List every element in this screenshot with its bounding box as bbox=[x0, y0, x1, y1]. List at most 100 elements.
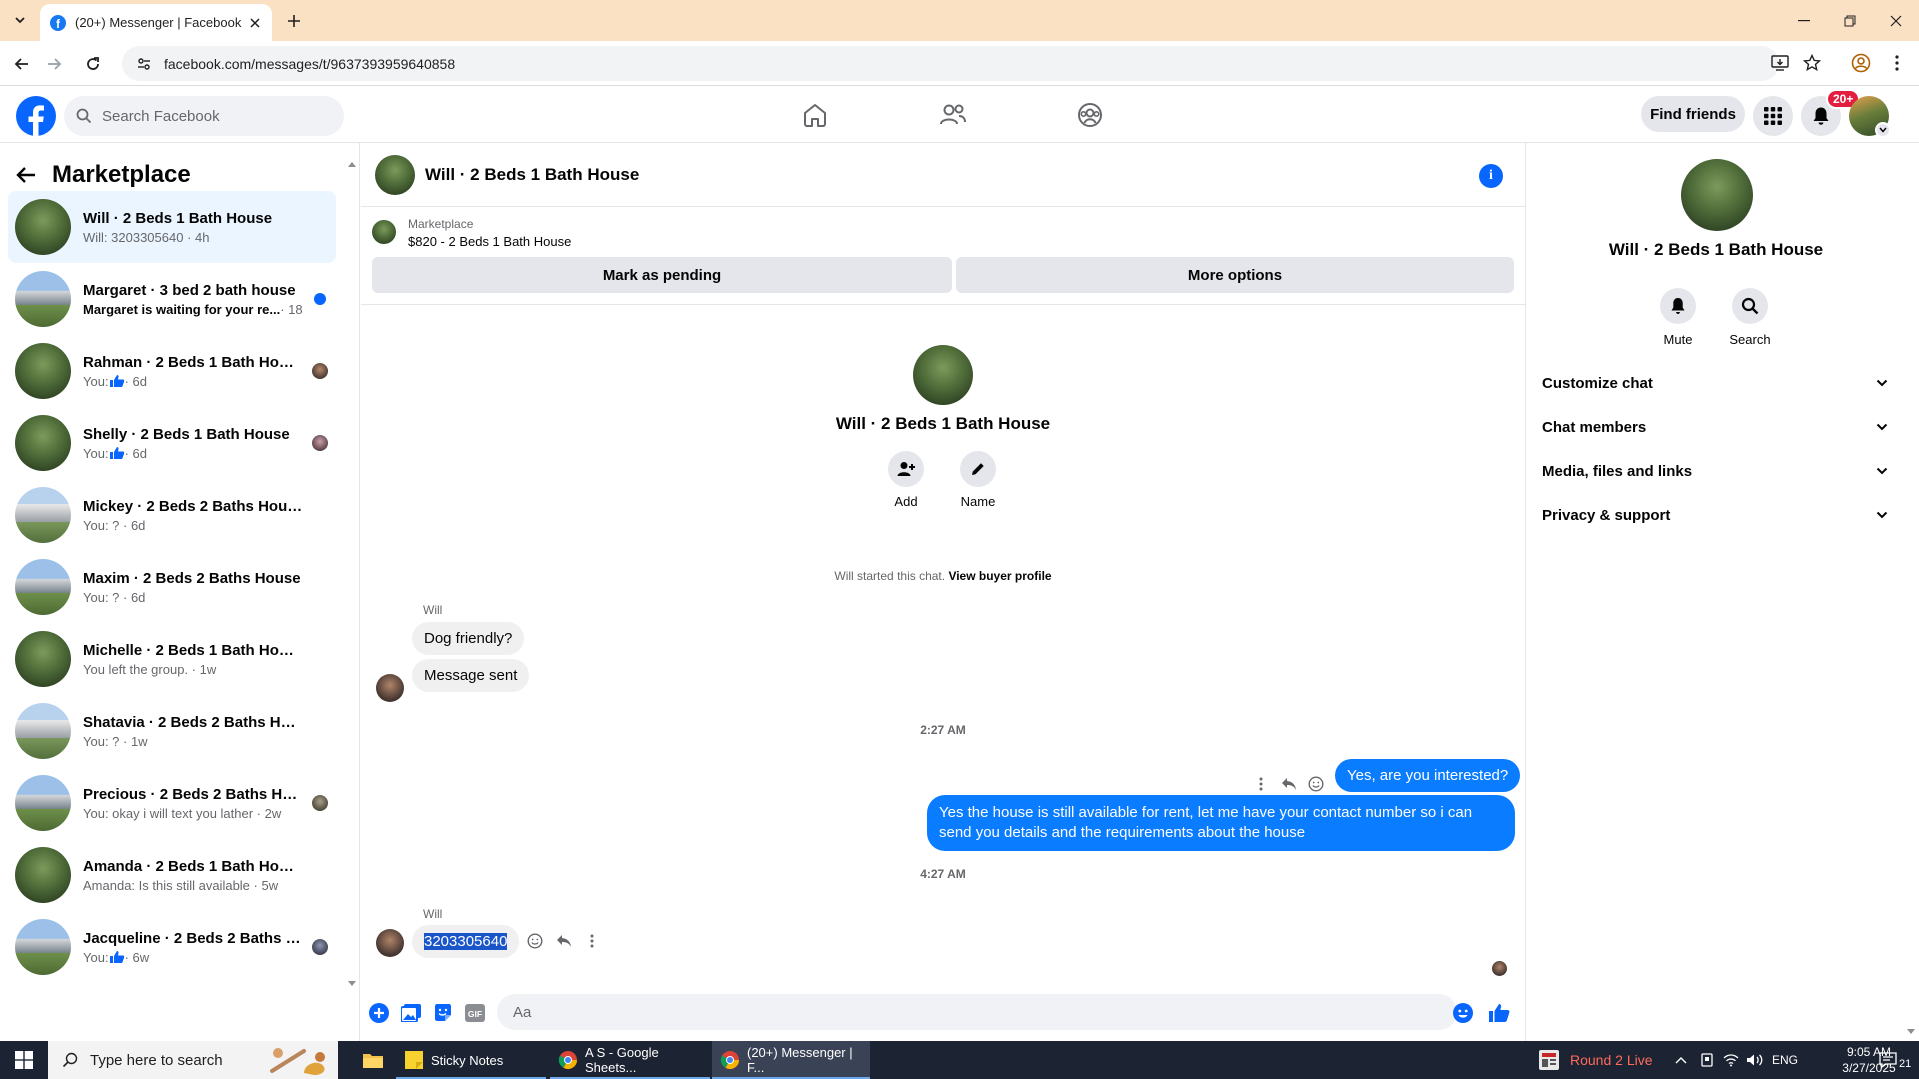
browser-menu-icon[interactable] bbox=[1885, 51, 1909, 75]
add-person-icon[interactable] bbox=[888, 451, 924, 487]
mark-as-pending-button[interactable]: Mark as pending bbox=[372, 257, 952, 293]
conversation-item-margaret[interactable]: Margaret · 3 bed 2 bath house Margaret i… bbox=[8, 263, 336, 335]
customize-chat-section[interactable]: Customize chat bbox=[1542, 367, 1888, 399]
tab-close-icon[interactable] bbox=[246, 14, 264, 32]
menu-grid-icon[interactable] bbox=[1753, 96, 1793, 136]
react-emoji-icon[interactable] bbox=[524, 930, 546, 952]
view-buyer-profile-link[interactable]: View buyer profile bbox=[948, 569, 1051, 583]
volume-icon[interactable] bbox=[1746, 1041, 1764, 1079]
profile-icon[interactable] bbox=[1849, 51, 1873, 75]
mute-action[interactable]: Mute bbox=[1648, 288, 1708, 347]
media-files-links-section[interactable]: Media, files and links bbox=[1542, 455, 1888, 487]
more-options-button[interactable]: More options bbox=[956, 257, 1514, 293]
reload-icon[interactable] bbox=[80, 51, 106, 77]
conversation-preview-prefix: You: bbox=[83, 949, 109, 965]
browser-tab-messenger[interactable]: f (20+) Messenger | Facebook bbox=[40, 4, 272, 41]
minimize-icon[interactable] bbox=[1781, 0, 1827, 41]
incoming-message[interactable]: Dog friendly? bbox=[412, 622, 525, 655]
message-more-icon[interactable] bbox=[581, 930, 603, 952]
meet-now-icon[interactable] bbox=[1700, 1041, 1716, 1079]
selected-phone-number[interactable]: 3203305640 bbox=[424, 933, 508, 950]
privacy-support-section[interactable]: Privacy & support bbox=[1542, 499, 1888, 531]
groups-icon[interactable] bbox=[1060, 94, 1120, 136]
conversation-item-shatavia[interactable]: Shatavia · 2 Beds 2 Baths House You: ? ·… bbox=[8, 695, 336, 767]
gif-icon[interactable]: GIF bbox=[463, 1001, 487, 1025]
window-close-icon[interactable] bbox=[1873, 0, 1919, 41]
more-actions-plus-icon[interactable] bbox=[367, 1001, 391, 1025]
facebook-search-input[interactable] bbox=[100, 106, 320, 126]
conversation-preview: Will: 3203305640 · 4h bbox=[83, 229, 210, 245]
account-avatar[interactable] bbox=[1849, 96, 1891, 138]
address-bar[interactable]: facebook.com/messages/t/9637393959640858 bbox=[122, 46, 1779, 81]
wifi-icon[interactable] bbox=[1723, 1041, 1739, 1079]
emoji-icon[interactable] bbox=[1451, 1001, 1475, 1025]
find-friends-button[interactable]: Find friends bbox=[1641, 96, 1745, 132]
react-emoji-icon[interactable] bbox=[1305, 773, 1327, 795]
conversation-item-precious[interactable]: Precious · 2 Beds 2 Baths House You: oka… bbox=[8, 767, 336, 839]
forward-arrow-icon[interactable] bbox=[41, 51, 67, 77]
taskbar-app-google-sheets[interactable]: A S - Google Sheets... bbox=[550, 1041, 710, 1079]
friends-icon[interactable] bbox=[923, 94, 983, 136]
back-arrow-icon[interactable] bbox=[16, 166, 36, 184]
bell-icon[interactable] bbox=[1660, 288, 1696, 324]
notification-center-icon[interactable]: 21 bbox=[1879, 1041, 1911, 1079]
conversation-item-maxim[interactable]: Maxim · 2 Beds 2 Baths House You: ? · 6d bbox=[8, 551, 336, 623]
search-conversation-action[interactable]: Search bbox=[1720, 288, 1780, 347]
reply-icon[interactable] bbox=[1278, 773, 1300, 795]
outgoing-message[interactable]: Yes the house is still available for ren… bbox=[927, 795, 1515, 851]
conversation-item-mickey[interactable]: Mickey · 2 Beds 2 Baths House You: ? · 6… bbox=[8, 479, 336, 551]
section-label: Customize chat bbox=[1542, 374, 1653, 392]
add-people-action[interactable]: Add bbox=[871, 451, 941, 509]
pencil-icon[interactable] bbox=[960, 451, 996, 487]
back-arrow-icon[interactable] bbox=[9, 51, 35, 77]
language-indicator[interactable]: ENG bbox=[1772, 1041, 1798, 1079]
news-widget[interactable]: Round 2 Live bbox=[1538, 1041, 1653, 1079]
name-chat-action[interactable]: Name bbox=[943, 451, 1013, 509]
file-explorer-icon[interactable] bbox=[350, 1041, 396, 1079]
send-like-icon[interactable] bbox=[1487, 1001, 1511, 1025]
details-avatar[interactable] bbox=[1681, 159, 1753, 231]
show-hidden-icons-icon[interactable] bbox=[1675, 1041, 1687, 1079]
install-app-icon[interactable] bbox=[1768, 51, 1792, 75]
incoming-message-phone[interactable]: 3203305640 bbox=[412, 925, 520, 958]
taskbar-app-sticky-notes[interactable]: Sticky Notes bbox=[396, 1041, 546, 1079]
conversation-item-jacqueline[interactable]: Jacqueline · 2 Beds 2 Baths H... You: · … bbox=[8, 911, 336, 983]
conversation-item-michelle[interactable]: Michelle · 2 Beds 1 Bath House You left … bbox=[8, 623, 336, 695]
taskbar-search-box[interactable]: Type here to search bbox=[48, 1041, 338, 1079]
conversation-item-rahman[interactable]: Rahman · 2 Beds 1 Bath House You: · 6d bbox=[8, 335, 336, 407]
facebook-search-bar[interactable] bbox=[64, 96, 344, 136]
facebook-logo-icon[interactable] bbox=[16, 96, 56, 136]
conversation-item-shelly[interactable]: Shelly · 2 Beds 1 Bath House You: · 6d bbox=[8, 407, 336, 479]
photo-icon[interactable] bbox=[399, 1001, 423, 1025]
chat-members-section[interactable]: Chat members bbox=[1542, 411, 1888, 443]
message-input-box[interactable] bbox=[497, 994, 1457, 1030]
sticker-icon[interactable] bbox=[431, 1001, 455, 1025]
chat-header-avatar[interactable] bbox=[375, 154, 415, 195]
bookmark-star-icon[interactable] bbox=[1800, 51, 1824, 75]
home-icon[interactable] bbox=[785, 94, 845, 136]
sender-avatar[interactable] bbox=[376, 674, 404, 702]
chat-title[interactable]: Will · 2 Beds 1 Bath House bbox=[425, 165, 639, 185]
windows-start-icon[interactable] bbox=[0, 1041, 48, 1079]
search-icon[interactable] bbox=[1732, 288, 1768, 324]
message-more-icon[interactable] bbox=[1250, 773, 1272, 795]
listing-title[interactable]: $820 - 2 Beds 1 Bath House bbox=[408, 234, 571, 249]
chevron-down-icon bbox=[1876, 423, 1888, 431]
tab-search-icon[interactable] bbox=[8, 8, 32, 32]
site-info-icon[interactable] bbox=[136, 56, 152, 72]
new-tab-icon[interactable] bbox=[282, 9, 306, 33]
conversation-item-amanda[interactable]: Amanda · 2 Beds 1 Bath House Amanda: Is … bbox=[8, 839, 336, 911]
conversation-item-will[interactable]: Will · 2 Beds 1 Bath House Will: 3203305… bbox=[8, 191, 336, 263]
page-scrollbar[interactable] bbox=[1905, 143, 1917, 1041]
taskbar-app-messenger[interactable]: (20+) Messenger | F... bbox=[712, 1041, 870, 1079]
conversation-list-scrollbar[interactable] bbox=[347, 159, 357, 989]
listing-thumbnail[interactable] bbox=[372, 220, 396, 244]
url-text[interactable]: facebook.com/messages/t/9637393959640858 bbox=[164, 56, 455, 72]
incoming-message[interactable]: Message sent bbox=[412, 659, 530, 692]
conversation-info-icon[interactable]: i bbox=[1479, 164, 1503, 188]
restore-icon[interactable] bbox=[1827, 0, 1873, 41]
message-input[interactable] bbox=[511, 1002, 1411, 1022]
reply-icon[interactable] bbox=[553, 930, 575, 952]
sender-avatar[interactable] bbox=[376, 929, 404, 957]
outgoing-message[interactable]: Yes, are you interested? bbox=[1335, 759, 1521, 792]
